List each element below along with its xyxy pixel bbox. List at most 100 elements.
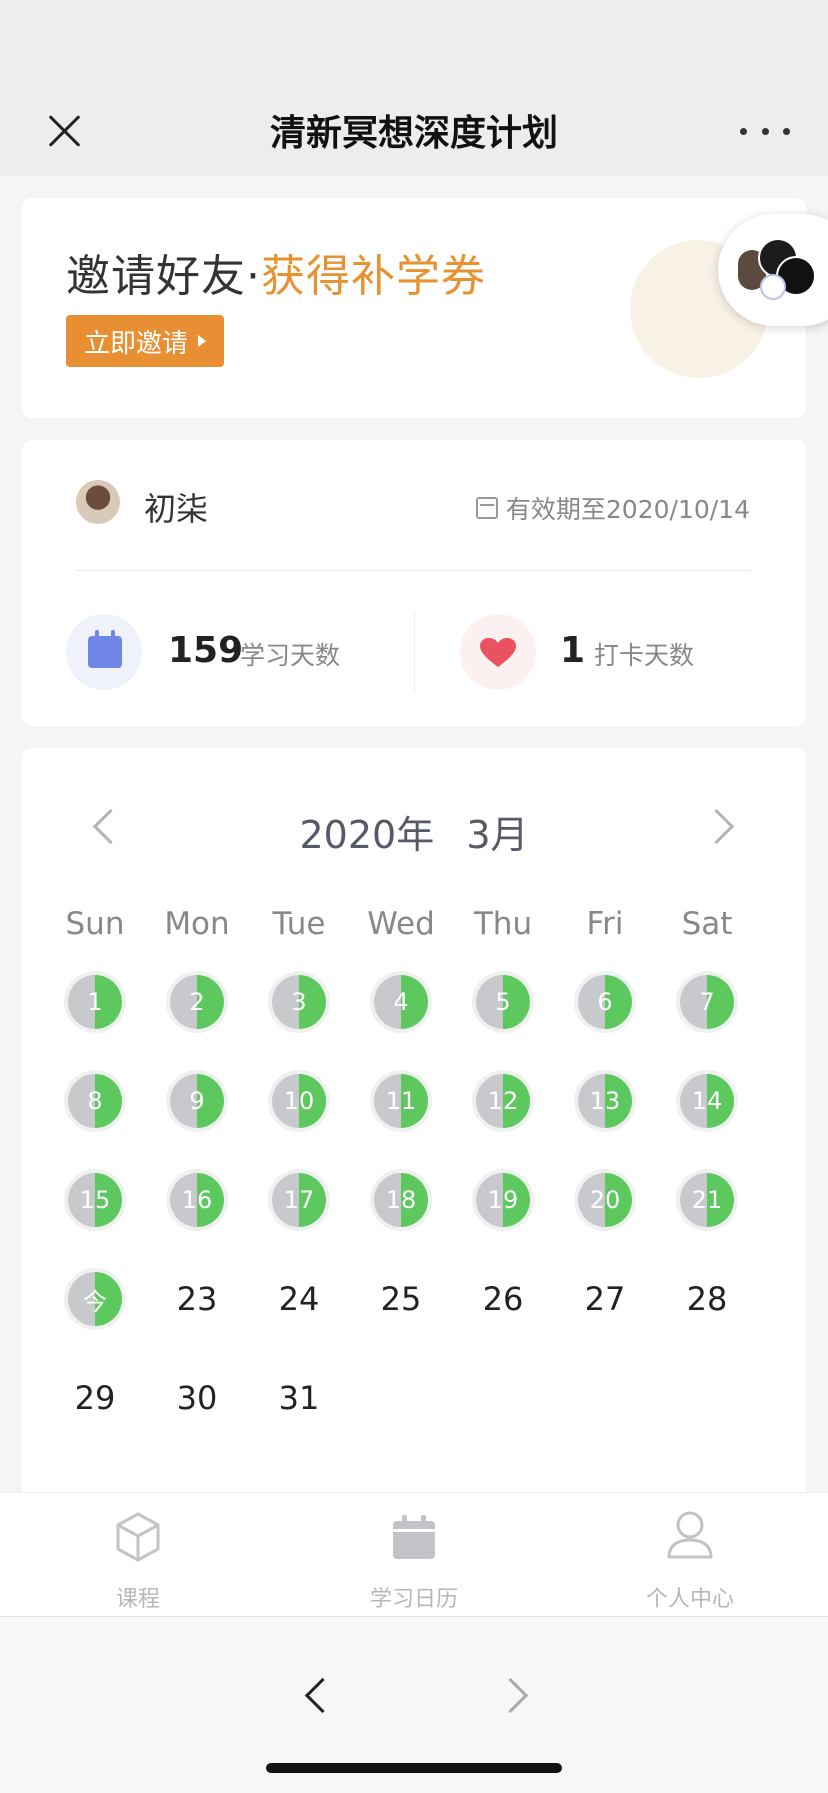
validity-text: 有效期至2020/10/14 [505,495,750,524]
user-stats-card: 初柒 有效期至2020/10/14 159 学习天数 1 打卡天数 [22,440,806,726]
calendar-day[interactable]: 14 [656,1051,758,1151]
calendar-day[interactable]: 17 [248,1150,350,1250]
day-progress-circle: 15 [68,1173,122,1227]
calendar-day[interactable]: 16 [146,1150,248,1250]
calendar-day[interactable]: 4 [350,952,452,1052]
day-progress-circle: 20 [578,1173,632,1227]
calendar-day[interactable]: 2 [146,952,248,1052]
calendar-day[interactable]: 19 [452,1150,554,1250]
calendar-day[interactable]: 27 [554,1249,656,1349]
divider [414,612,415,692]
top-bar: 清新冥想深度计划 [0,0,828,176]
calendar-day[interactable]: 今 [44,1249,146,1349]
calendar-day[interactable]: 5 [452,952,554,1052]
day-number: 25 [380,1280,422,1318]
back-arrow-icon[interactable] [300,1675,340,1715]
calendar-day[interactable]: 24 [248,1249,350,1349]
day-progress-circle: 10 [272,1074,326,1128]
day-progress-circle: 16 [170,1173,224,1227]
forward-arrow-icon[interactable] [498,1675,538,1715]
calendar-day[interactable]: 20 [554,1150,656,1250]
month-title: 2020年 3月 [22,804,806,859]
day-progress-circle: 2 [170,975,224,1029]
invite-text-highlight: 获得补学券 [261,251,486,302]
day-number: 28 [686,1280,728,1318]
day-number: 27 [584,1280,626,1318]
tab-courses[interactable]: 课程 [0,1493,276,1617]
checkin-days-label: 打卡天数 [594,641,695,670]
floating-player-bubble[interactable] [718,214,828,326]
calendar-day[interactable]: 13 [554,1051,656,1151]
more-icon[interactable] [740,115,790,147]
day-progress-circle: 5 [476,975,530,1029]
calendar-year: 2020年 [299,813,435,857]
tab-personal-center[interactable]: 个人中心 [552,1493,828,1617]
calendar-day[interactable]: 3 [248,952,350,1052]
calendar-day[interactable]: 12 [452,1051,554,1151]
check-icon [760,274,786,300]
calendar-day[interactable]: 29 [44,1348,146,1448]
heart-icon [480,638,516,667]
calendar-day[interactable]: 11 [350,1051,452,1151]
calendar-day[interactable]: 8 [44,1051,146,1151]
calendar-day[interactable]: 21 [656,1150,758,1250]
study-calendar: 2020年 3月 Sun Mon Tue Wed Thu Fri Sat 1 2 3 4 5 6 7 8 9 1… [22,748,806,1508]
day-progress-circle: 14 [680,1074,734,1128]
calendar-day[interactable]: 6 [554,952,656,1052]
day-progress-circle: 21 [680,1173,734,1227]
weekday-label: Mon [164,906,230,942]
calendar-month: 3月 [466,813,529,857]
tab-label: 个人中心 [645,1587,734,1612]
calendar-day[interactable]: 10 [248,1051,350,1151]
weekday-label: Thu [473,906,533,942]
calendar-day[interactable]: 1 [44,952,146,1052]
browser-nav-bar [0,1616,828,1793]
day-progress-circle: 9 [170,1074,224,1128]
day-progress-circle: 6 [578,975,632,1029]
invite-button-label: 立即邀请 [84,328,189,359]
day-number: 29 [74,1379,116,1417]
page-title: 清新冥想深度计划 [269,113,558,154]
calendar-day[interactable]: 23 [146,1249,248,1349]
validity-info: 有效期至2020/10/14 [475,490,750,526]
day-number: 31 [278,1379,320,1417]
calendar-day[interactable]: 9 [146,1051,248,1151]
weekday-label: Fri [586,906,624,942]
day-progress-circle: 4 [374,975,428,1029]
day-progress-circle: 1 [68,975,122,1029]
study-days-count: 159 [168,630,244,671]
calendar-day[interactable]: 31 [248,1348,350,1448]
next-month-button[interactable] [706,810,736,840]
day-progress-circle: 17 [272,1173,326,1227]
calendar-icon [475,497,498,519]
avatar[interactable] [76,480,120,524]
checkin-days-icon-wrap [460,614,536,690]
bottom-tab-bar: 课程 学习日历 个人中心 [0,1492,828,1617]
day-number: 26 [482,1280,524,1318]
calendar-day[interactable]: 28 [656,1249,758,1349]
tab-study-calendar[interactable]: 学习日历 [276,1493,552,1617]
weekday-label: Sat [681,906,733,942]
day-progress-circle: 今 [68,1272,122,1326]
cube-icon [116,1512,160,1562]
divider [76,570,750,571]
tab-label: 课程 [115,1587,160,1612]
calendar-day[interactable]: 7 [656,952,758,1052]
day-number: 23 [176,1280,218,1318]
study-days-label: 学习天数 [240,641,341,670]
triangle-right-icon [198,335,207,347]
day-progress-circle: 13 [578,1074,632,1128]
invite-headline: 邀请好友·获得补学券 [66,240,486,304]
day-number: 24 [278,1280,320,1318]
calendar-day[interactable]: 30 [146,1348,248,1448]
invite-now-button[interactable]: 立即邀请 [66,315,225,367]
day-progress-circle: 19 [476,1173,530,1227]
calendar-day[interactable]: 26 [452,1249,554,1349]
calendar-day[interactable]: 25 [350,1249,452,1349]
day-progress-circle: 11 [374,1074,428,1128]
invite-banner: 邀请好友·获得补学券 立即邀请 [22,198,806,418]
calendar-day[interactable]: 18 [350,1150,452,1250]
calendar-day[interactable]: 15 [44,1150,146,1250]
checkin-days-count: 1 [560,630,586,671]
day-progress-circle: 3 [272,975,326,1029]
